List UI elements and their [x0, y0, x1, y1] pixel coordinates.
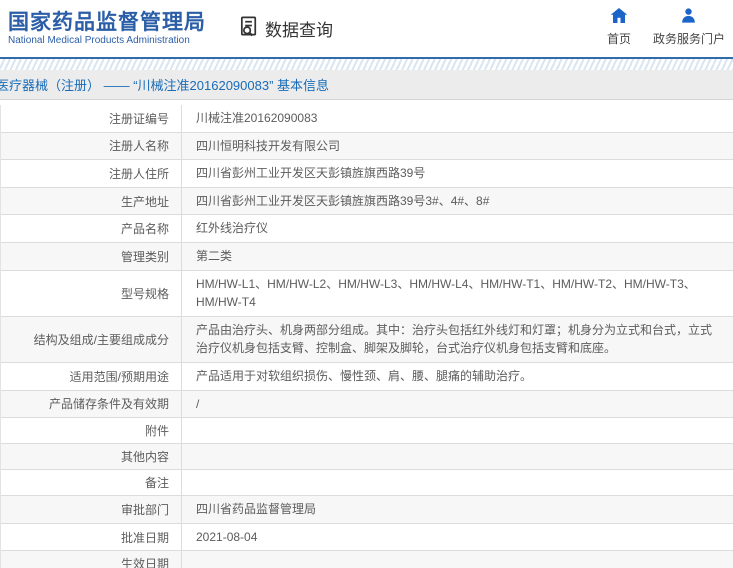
- table-row: 管理类别 第二类: [1, 242, 733, 271]
- row-value: 川械注准20162090083: [196, 111, 318, 125]
- row-label: 型号规格: [1, 270, 182, 316]
- site-logo-title: 国家药品监督管理局: [8, 10, 206, 34]
- row-value: 四川省药品监督管理局: [196, 502, 317, 517]
- row-value: /: [196, 396, 200, 411]
- user-icon: [680, 7, 697, 27]
- table-row: 批准日期 2021-08-04: [1, 523, 733, 552]
- row-value: HM/HW-L1、HM/HW-L2、HM/HW-L3、HM/HW-L4、HM/H…: [196, 276, 696, 310]
- table-row: 产品名称 红外线治疗仪: [1, 215, 733, 243]
- row-label: 其他内容: [1, 444, 182, 470]
- table-row: 生效日期: [1, 551, 733, 568]
- hatch-band: [0, 59, 733, 70]
- table-row: 型号规格 HM/HW-L1、HM/HW-L2、HM/HW-L3、HM/HW-L4、…: [1, 270, 733, 317]
- row-label: 批准日期: [1, 523, 182, 551]
- row-value: 产品适用于对软组织损伤、慢性颈、肩、腰、腿痛的辅助治疗。: [196, 368, 533, 383]
- row-label: 产品名称: [1, 215, 182, 242]
- row-label: 注册人住所: [1, 160, 182, 187]
- table-row: 结构及组成/主要组成成分 产品由治疗头、机身两部分组成。其中：治疗头包括红外线灯和…: [1, 316, 733, 363]
- row-value: [182, 470, 733, 495]
- breadcrumb: 医疗器械（注册） —— “川械注准20162090083” 基本信息: [0, 70, 733, 100]
- row-value: 红外线治疗仪: [196, 221, 269, 236]
- row-label: 管理类别: [1, 242, 182, 270]
- table-row: 注册人住所 四川省彭州工业开发区天彭镇旌旗西路39号: [1, 160, 733, 188]
- row-value: [182, 551, 733, 568]
- nav-portal-label: 政务服务门户: [652, 32, 725, 46]
- data-query-icon: [238, 15, 261, 43]
- info-table-body: 注册证编号 川械注准20162090083 注册人名称 四川恒明科技开发有限公司 注册人…: [0, 105, 733, 568]
- row-label: 备注: [1, 470, 182, 496]
- row-value: 四川省彭州工业开发区天彭镇旌旗西路39号3#、4#、8#: [196, 193, 490, 208]
- table-row: 注册人名称 四川恒明科技开发有限公司: [1, 132, 733, 161]
- row-label: 生产地址: [1, 187, 182, 215]
- table-row: 附件: [1, 418, 733, 445]
- nav-home[interactable]: 首页: [607, 7, 631, 47]
- row-label: 适用范围/预期用途: [1, 362, 182, 390]
- site-logo[interactable]: 国家药品监督管理局 National Medical Products Admi…: [8, 11, 206, 46]
- table-row: 适用范围/预期用途 产品适用于对软组织损伤、慢性颈、肩、腰、腿痛的辅助治疗。: [1, 362, 733, 391]
- breadcrumb-text: 医疗器械（注册） —— “川械注准20162090083” 基本信息: [0, 78, 330, 93]
- data-query-label: 数据查询: [265, 21, 333, 40]
- row-label: 注册证编号: [1, 105, 182, 132]
- nav-portal[interactable]: 政务服务门户: [653, 7, 725, 47]
- site-header: 国家药品监督管理局 National Medical Products Admi…: [0, 0, 733, 57]
- row-label: 审批部门: [1, 496, 182, 523]
- row-label: 结构及组成/主要组成成分: [1, 316, 182, 362]
- row-value: 产品由治疗头、机身两部分组成。其中：治疗头包括红外线灯和灯罩；机身分为立式和台式…: [196, 322, 713, 356]
- table-row: 其他内容: [1, 444, 733, 471]
- data-query-title[interactable]: 数据查询: [238, 15, 333, 43]
- row-label: 附件: [1, 418, 182, 444]
- table-row: 审批部门 四川省药品监督管理局: [1, 496, 733, 524]
- table-row: 备注: [1, 470, 733, 497]
- row-label: 生效日期: [1, 551, 182, 568]
- row-value: [182, 444, 733, 469]
- nav-home-label: 首页: [606, 32, 631, 46]
- header-nav: 首页 政务服务门户: [607, 7, 725, 47]
- row-label: 产品储存条件及有效期: [1, 390, 182, 418]
- table-row: 生产地址 四川省彭州工业开发区天彭镇旌旗西路39号3#、4#、8#: [1, 187, 733, 216]
- row-value: 四川省彭州工业开发区天彭镇旌旗西路39号: [196, 166, 426, 181]
- table-row: 注册证编号 川械注准20162090083: [1, 105, 733, 133]
- site-logo-subtitle: National Medical Products Administration: [8, 35, 190, 47]
- table-row: 产品储存条件及有效期 /: [1, 390, 733, 419]
- row-value: [182, 418, 733, 443]
- row-value: 第二类: [196, 248, 233, 263]
- row-value: 四川恒明科技开发有限公司: [196, 138, 341, 153]
- home-icon: [610, 7, 628, 27]
- row-label: 注册人名称: [1, 132, 182, 160]
- row-value: 2021-08-04: [196, 529, 258, 544]
